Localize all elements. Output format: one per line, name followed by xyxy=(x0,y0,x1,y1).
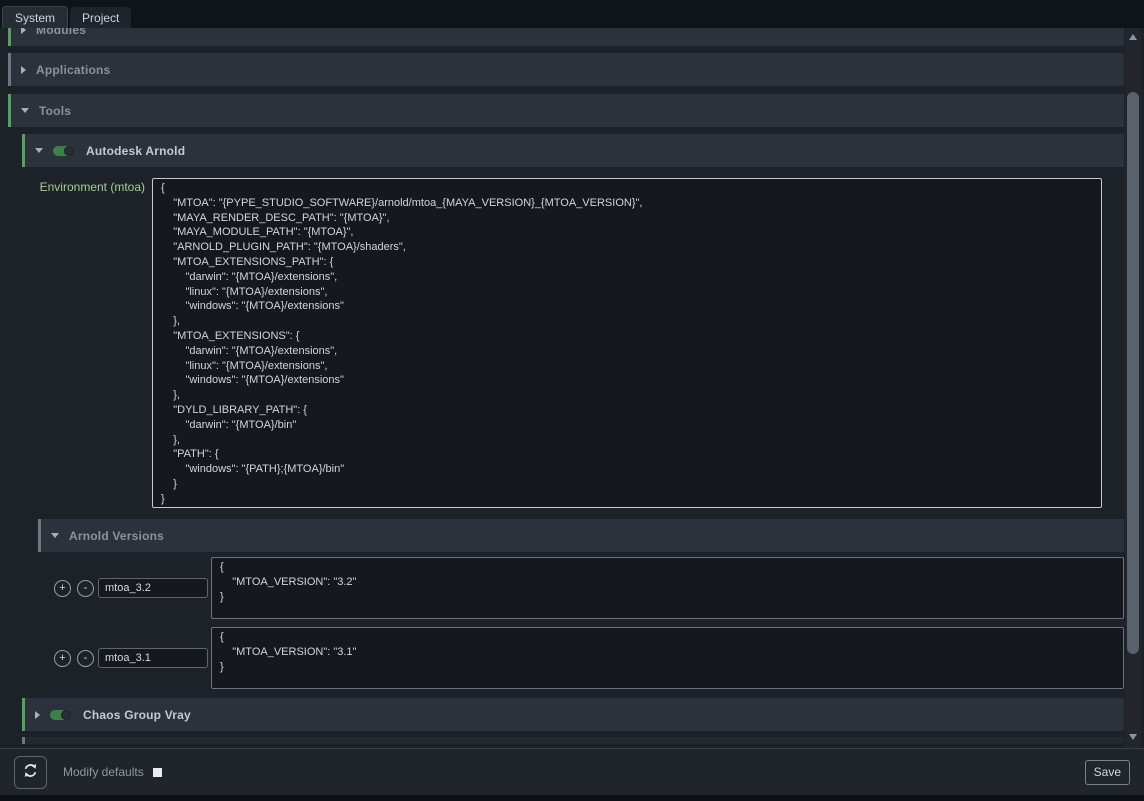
refresh-icon xyxy=(22,762,39,782)
add-version-button[interactable]: + xyxy=(54,580,71,597)
toggle-knob xyxy=(64,146,74,156)
version-key-input[interactable] xyxy=(98,578,208,598)
vertical-scrollbar[interactable] xyxy=(1125,28,1141,748)
version-row: + - { "MTOA_VERSION": "3.2" } xyxy=(54,557,1124,619)
section-label: Arnold Versions xyxy=(69,529,164,543)
toggle-knob xyxy=(61,710,71,720)
refresh-button[interactable] xyxy=(14,756,47,789)
modify-defaults-label: Modify defaults xyxy=(63,765,144,779)
vray-enabled-toggle[interactable] xyxy=(50,710,71,720)
tab-project[interactable]: Project xyxy=(70,7,131,28)
add-version-button[interactable]: + xyxy=(54,650,71,667)
section-header-autodesk-arnold[interactable]: Autodesk Arnold xyxy=(22,134,1124,167)
version-json-textarea[interactable]: { "MTOA_VERSION": "3.2" } xyxy=(211,557,1124,619)
modify-defaults-checkbox[interactable] xyxy=(153,768,162,777)
window-bottom-edge xyxy=(0,795,1144,801)
section-label: Tools xyxy=(39,104,71,118)
version-json-textarea[interactable]: { "MTOA_VERSION": "3.1" } xyxy=(211,627,1124,689)
section-label: Autodesk Arnold xyxy=(86,144,185,158)
remove-version-button[interactable]: - xyxy=(77,580,94,597)
chevron-right-icon xyxy=(21,28,26,34)
environment-row: Environment (mtoa) { "MTOA": "{PYPE_STUD… xyxy=(8,178,1124,508)
section-header-arnold-versions[interactable]: Arnold Versions xyxy=(38,519,1124,552)
chevron-down-icon xyxy=(21,108,29,113)
save-button[interactable]: Save xyxy=(1085,760,1130,785)
section-label: Applications xyxy=(36,63,110,77)
version-row: + - { "MTOA_VERSION": "3.1" } xyxy=(54,627,1124,689)
settings-window: System Project Modules Applications xyxy=(0,0,1144,801)
tab-bar: System Project xyxy=(0,0,1144,28)
chevron-down-icon xyxy=(35,148,43,153)
section-header-tools[interactable]: Tools xyxy=(8,94,1124,127)
remove-version-button[interactable]: - xyxy=(77,650,94,667)
section-label: Chaos Group Vray xyxy=(83,708,191,722)
footer-bar: Modify defaults Save xyxy=(0,748,1144,795)
partial-section-header[interactable] xyxy=(22,737,1124,744)
section-header-applications[interactable]: Applications xyxy=(8,53,1124,86)
section-label: Modules xyxy=(36,28,86,37)
arnold-enabled-toggle[interactable] xyxy=(53,146,74,156)
chevron-down-icon xyxy=(51,533,59,538)
chevron-right-icon xyxy=(21,66,26,74)
environment-label: Environment (mtoa) xyxy=(8,178,145,508)
scroll-up-arrow-icon[interactable] xyxy=(1129,34,1137,40)
tab-system[interactable]: System xyxy=(2,6,68,28)
section-header-chaos-group-vray[interactable]: Chaos Group Vray xyxy=(22,698,1124,731)
section-header-modules[interactable]: Modules xyxy=(8,28,1124,46)
settings-scroll-area: Modules Applications Tools Autodesk Arno… xyxy=(0,28,1144,748)
version-key-input[interactable] xyxy=(98,648,208,668)
scroll-down-arrow-icon[interactable] xyxy=(1129,734,1137,740)
environment-json-textarea[interactable]: { "MTOA": "{PYPE_STUDIO_SOFTWARE}/arnold… xyxy=(152,178,1102,508)
chevron-right-icon xyxy=(35,711,40,719)
scrollbar-thumb[interactable] xyxy=(1127,92,1139,654)
